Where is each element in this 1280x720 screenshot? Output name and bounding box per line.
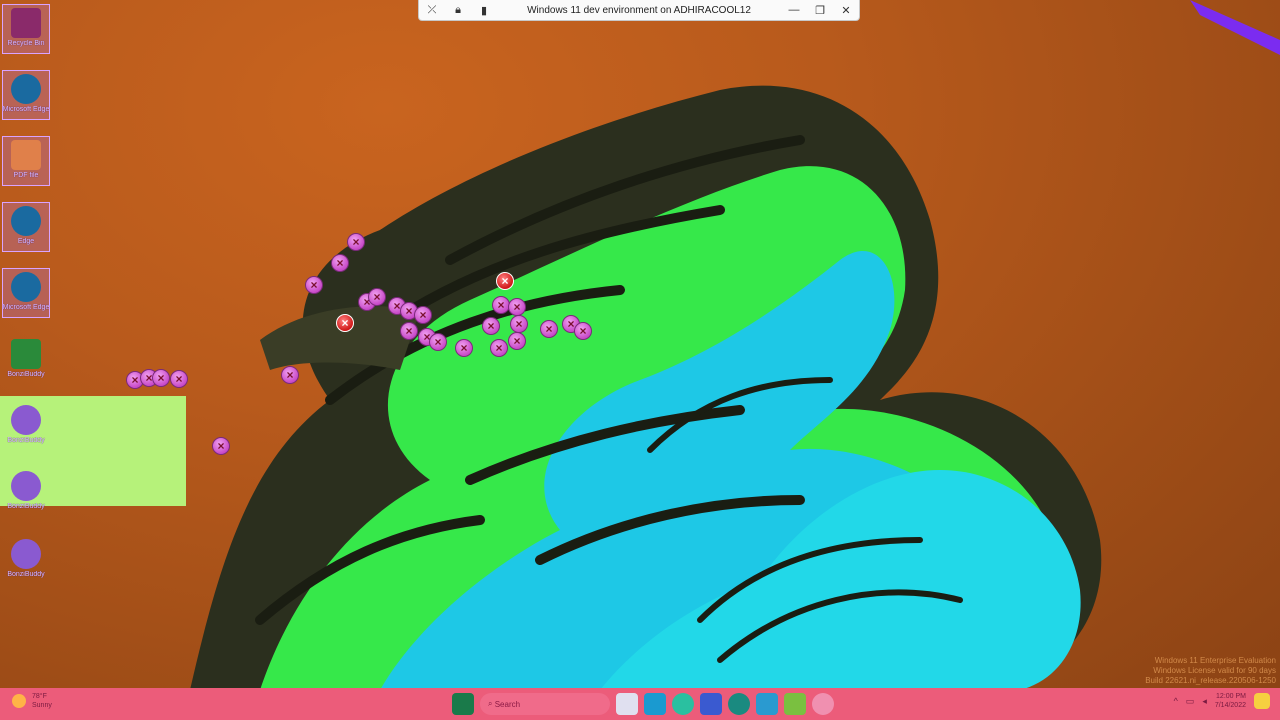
error-icon[interactable]: ×	[508, 332, 526, 350]
restore-button[interactable]: ❐	[807, 0, 833, 21]
error-icon[interactable]: ×	[429, 333, 447, 351]
signal-icon[interactable]: ▮	[471, 0, 497, 21]
volume-icon[interactable]: ◂	[1202, 696, 1207, 707]
bonzi-icon[interactable]	[784, 693, 806, 715]
recycle-bin-icon	[11, 8, 41, 38]
error-icon[interactable]: ×	[331, 254, 349, 272]
start-icon[interactable]	[452, 693, 474, 715]
unpin-icon[interactable]: ⤫	[419, 0, 445, 21]
search-placeholder: Search	[494, 699, 521, 709]
evaluation-watermark: Windows 11 Enterprise Evaluation Windows…	[1145, 656, 1276, 685]
desktop: ⤫ 🔒︎ ▮ Windows 11 dev environment on ADH…	[0, 0, 1280, 720]
sun-icon	[12, 694, 26, 708]
weather-temp: 78°F	[32, 693, 47, 700]
search-icon: ⌕	[488, 699, 495, 708]
error-icon[interactable]: ×	[170, 370, 188, 388]
store-icon[interactable]	[756, 693, 778, 715]
taskbar: 78°F Sunny ⌕ Search ^ ▭ ◂ 12:00 PM 7/14/…	[0, 688, 1280, 720]
file-explorer-icon[interactable]	[700, 693, 722, 715]
error-icon[interactable]: ×	[347, 233, 365, 251]
network-icon[interactable]: ▭	[1186, 696, 1195, 707]
lock-icon[interactable]: 🔒︎	[445, 0, 471, 21]
error-icon[interactable]: ×	[336, 314, 354, 332]
bonzi-icon	[11, 471, 41, 501]
error-icon[interactable]: ×	[574, 322, 592, 340]
error-icon[interactable]: ×	[490, 339, 508, 357]
pdf-file-icon	[11, 140, 41, 170]
remote-connection-bar: ⤫ 🔒︎ ▮ Windows 11 dev environment on ADH…	[418, 0, 860, 21]
connection-title: Windows 11 dev environment on ADHIRACOOL…	[527, 4, 751, 16]
search-box[interactable]: ⌕ Search	[480, 693, 610, 715]
error-icon[interactable]: ×	[414, 306, 432, 324]
desktop-icon-edge[interactable]: Microsoft Edge	[2, 70, 50, 120]
close-button[interactable]: ✕	[833, 0, 859, 21]
error-icon[interactable]: ×	[455, 339, 473, 357]
system-tray: ^ ▭ ◂ 12:00 PM 7/14/2022	[1174, 692, 1270, 710]
error-icon[interactable]: ×	[281, 366, 299, 384]
bonzi-icon	[11, 539, 41, 569]
bloom-wallpaper	[190, 0, 1280, 690]
error-icon[interactable]: ×	[482, 317, 500, 335]
desktop-icon-bonzi-1[interactable]: BonziBuddy	[2, 402, 50, 452]
bonzi-icon	[11, 405, 41, 435]
desktop-icon-recycle-bin[interactable]: Recycle Bin	[2, 4, 50, 54]
folder-icon	[11, 339, 41, 369]
chat-icon[interactable]	[672, 693, 694, 715]
settings-icon[interactable]	[812, 693, 834, 715]
minimize-button[interactable]: —	[781, 0, 807, 21]
desktop-icon-pdf[interactable]: PDF file	[2, 136, 50, 186]
error-icon[interactable]: ×	[508, 298, 526, 316]
error-icon[interactable]: ×	[305, 276, 323, 294]
edge-icon	[11, 74, 41, 104]
desktop-icon-edge-2[interactable]: Edge	[2, 202, 50, 252]
widgets-icon[interactable]	[644, 693, 666, 715]
edge-icon	[11, 272, 41, 302]
chevron-up-icon[interactable]: ^	[1174, 696, 1178, 706]
weather-desc: Sunny	[32, 702, 52, 709]
desktop-icon-edge-3[interactable]: Microsoft Edge	[2, 268, 50, 318]
notification-icon[interactable]	[1254, 693, 1270, 709]
desktop-icon-bonzi-2[interactable]: BonziBuddy	[2, 468, 50, 518]
weather-widget[interactable]: 78°F Sunny	[12, 692, 52, 710]
error-icon[interactable]: ×	[152, 369, 170, 387]
error-icon[interactable]: ×	[212, 437, 230, 455]
edge-icon	[11, 206, 41, 236]
clock[interactable]: 12:00 PM 7/14/2022	[1215, 692, 1246, 710]
desktop-icon-bonzi-3[interactable]: BonziBuddy	[2, 536, 50, 586]
desktop-icon-bonzi-folder[interactable]: BonziBuddy	[2, 336, 50, 386]
error-icon[interactable]: ×	[368, 288, 386, 306]
error-icon[interactable]: ×	[496, 272, 514, 290]
edge-icon[interactable]	[728, 693, 750, 715]
error-icon[interactable]: ×	[400, 322, 418, 340]
taskview-icon[interactable]	[616, 693, 638, 715]
error-icon[interactable]: ×	[510, 315, 528, 333]
error-icon[interactable]: ×	[540, 320, 558, 338]
